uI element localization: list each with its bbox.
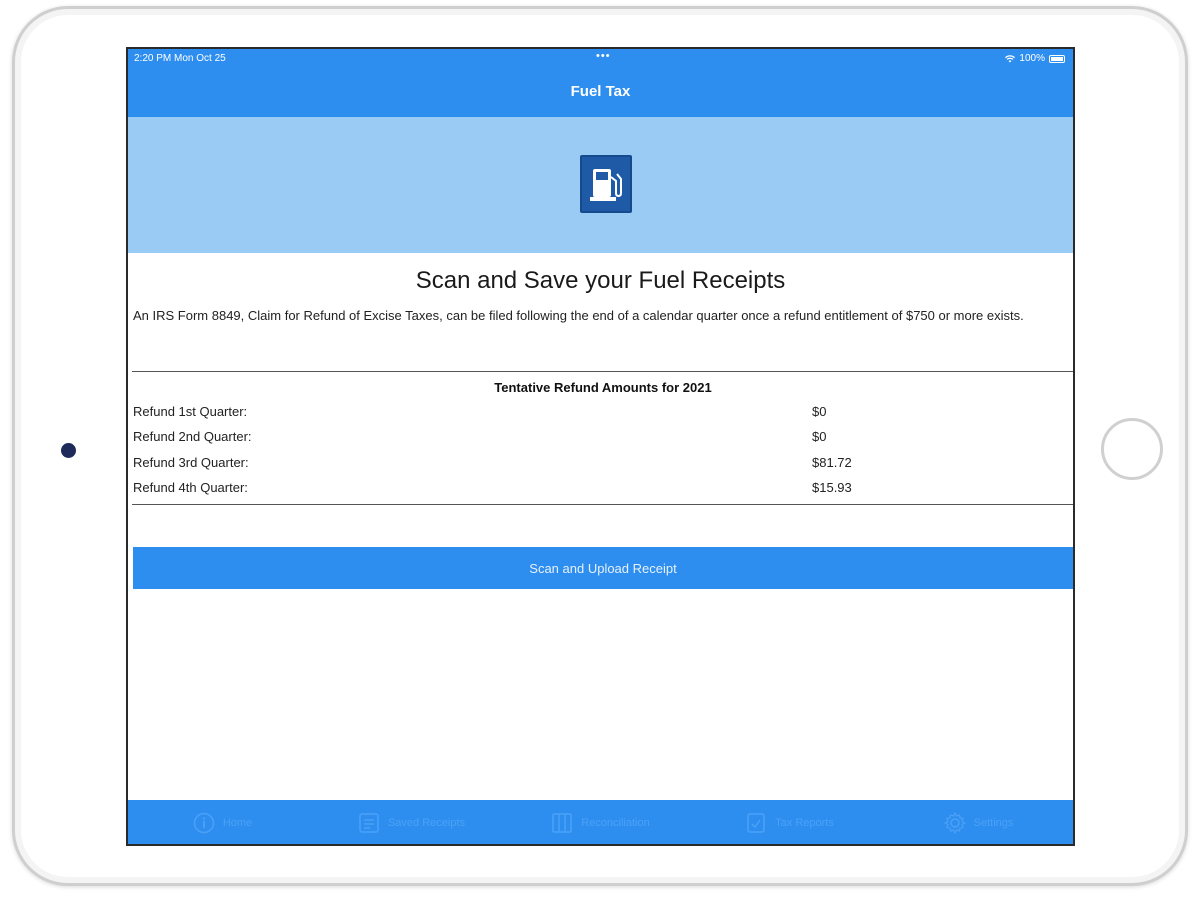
- refund-label: Refund 3rd Quarter:: [133, 455, 249, 470]
- battery-icon: [1049, 54, 1065, 63]
- columns-icon: [552, 813, 572, 833]
- home-button[interactable]: [1101, 418, 1163, 480]
- tab-label: Settings: [973, 817, 1014, 829]
- navigation-bar: Fuel Tax: [128, 69, 1073, 117]
- tab-home[interactable]: Home: [128, 800, 317, 844]
- battery-percent: 100%: [1019, 53, 1045, 64]
- refund-summary: Tentative Refund Amounts for 2021 Refund…: [132, 371, 1073, 505]
- receipt-icon: [359, 813, 379, 833]
- refund-value: $0: [812, 429, 827, 444]
- refund-row-q2: Refund 2nd Quarter: $0: [132, 429, 1073, 451]
- tab-saved-receipts[interactable]: Saved Receipts: [317, 800, 506, 844]
- fuel-pump-icon: [580, 155, 632, 213]
- status-indicators: 100%: [1005, 53, 1065, 64]
- report-icon: [747, 813, 765, 833]
- tab-label: Tax Reports: [775, 817, 834, 829]
- tab-settings[interactable]: Settings: [884, 800, 1073, 844]
- refund-row-q1: Refund 1st Quarter: $0: [132, 404, 1073, 426]
- refund-label: Refund 1st Quarter:: [133, 404, 248, 419]
- refund-value: $15.93: [812, 480, 852, 495]
- tab-reconciliation[interactable]: Reconciliation: [506, 800, 695, 844]
- info-icon: [193, 812, 215, 834]
- scan-upload-receipt-button[interactable]: Scan and Upload Receipt: [133, 547, 1073, 589]
- refund-value: $0: [812, 404, 827, 419]
- refund-row-q4: Refund 4th Quarter: $15.93: [132, 480, 1073, 502]
- wifi-icon: [1005, 54, 1016, 62]
- gear-icon: [943, 812, 966, 834]
- refund-heading: Tentative Refund Amounts for 2021: [494, 380, 712, 395]
- intro-description: An IRS Form 8849, Claim for Refund of Ex…: [133, 308, 1024, 323]
- tab-tax-reports[interactable]: Tax Reports: [695, 800, 884, 844]
- refund-label: Refund 4th Quarter:: [133, 480, 248, 495]
- hero-banner: [128, 117, 1073, 253]
- page-title: Fuel Tax: [570, 83, 631, 100]
- main-headline: Scan and Save your Fuel Receipts: [415, 267, 786, 294]
- multitask-dots[interactable]: •••: [596, 50, 611, 62]
- status-bar: 2:20 PM Mon Oct 25 ••• 100%: [128, 49, 1073, 69]
- tab-label: Home: [222, 817, 253, 829]
- tab-bar: Home Saved Receipts Reconciliation Tax R…: [128, 800, 1073, 844]
- tab-label: Reconciliation: [581, 817, 650, 829]
- app-screen: 2:20 PM Mon Oct 25 ••• 100% Fuel Tax Sca…: [126, 47, 1075, 846]
- tab-label: Saved Receipts: [387, 817, 466, 829]
- front-camera: [61, 443, 76, 458]
- refund-value: $81.72: [812, 455, 852, 470]
- refund-label: Refund 2nd Quarter:: [133, 429, 252, 444]
- refund-row-q3: Refund 3rd Quarter: $81.72: [132, 455, 1073, 477]
- status-time-date: 2:20 PM Mon Oct 25: [134, 53, 226, 64]
